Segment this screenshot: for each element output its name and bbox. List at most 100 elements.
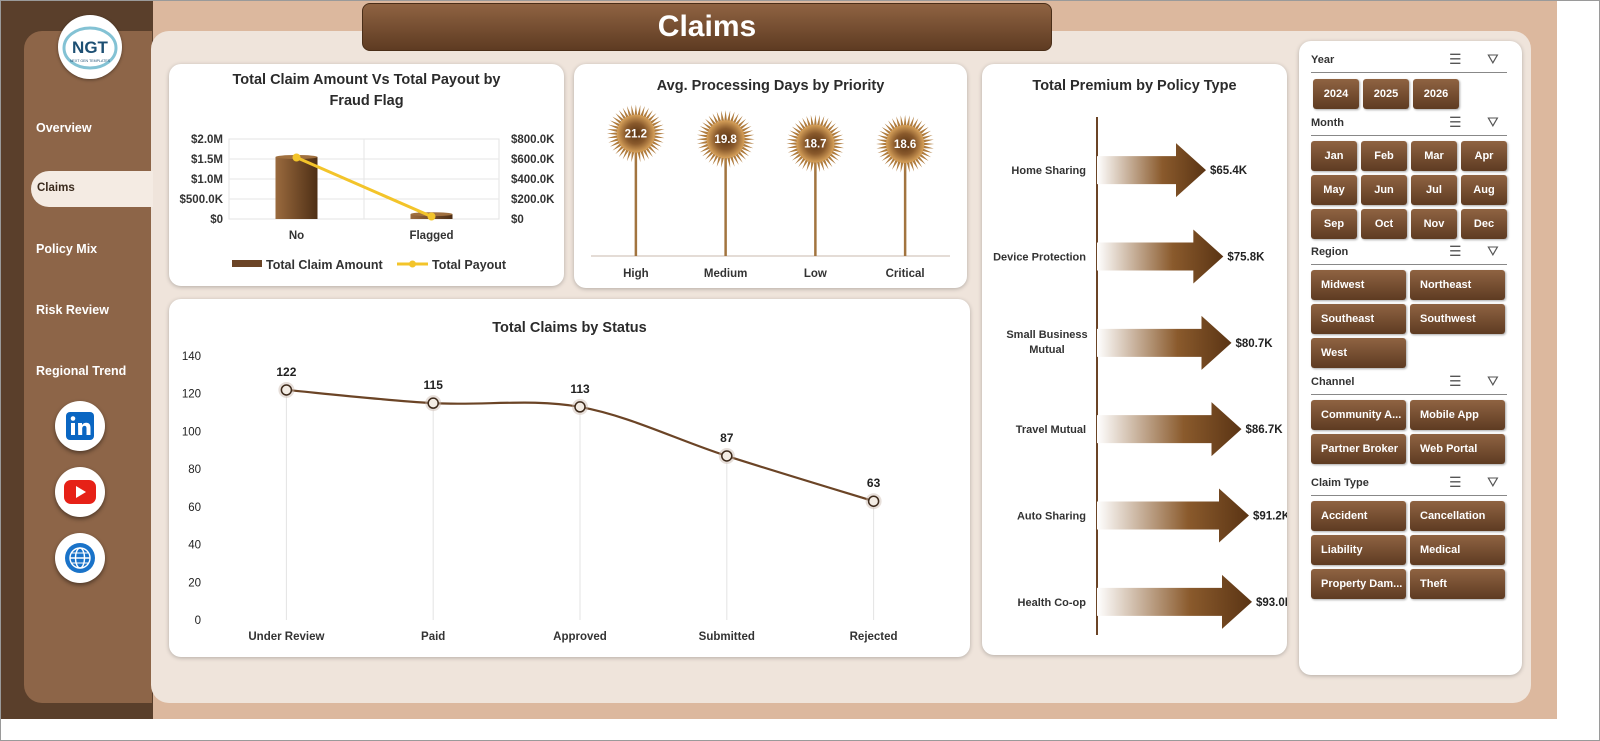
nav-item-overview[interactable]: Overview (36, 121, 92, 135)
chart1-payout-point (427, 212, 436, 221)
chart4-y-tick: 0 (195, 615, 201, 627)
chart4-y-tick: 80 (188, 464, 201, 476)
chart3-category-label: Home Sharing (1011, 165, 1086, 177)
chart1-right-tick: $200.0K (511, 194, 555, 206)
linkedin-button[interactable] (55, 401, 105, 451)
chart3-arrow-travel-mutual (1097, 402, 1242, 457)
chart3-arrow-health-co-op (1097, 574, 1252, 629)
multi-select-icon[interactable]: ☰ (1449, 373, 1462, 390)
logo-subtext: NEXT GEN TEMPLATES (70, 59, 111, 63)
slicer-channel-option-mobile-app[interactable]: Mobile App (1410, 400, 1505, 430)
slicer-region-option-southwest[interactable]: Southwest (1410, 304, 1505, 334)
slicer-channel-option-partner-broker[interactable]: Partner Broker (1311, 434, 1406, 464)
chart4-point (867, 495, 880, 507)
chart3-arrow-small-business-mutual (1097, 315, 1232, 370)
chart1-legend-line-label: Total Payout (432, 258, 507, 272)
slicer-month-option-feb[interactable]: Feb (1361, 141, 1407, 171)
chart4-y-tick: 20 (188, 577, 201, 589)
slicer-claim-type-option-property-dam[interactable]: Property Dam... (1311, 569, 1406, 599)
slicer-claim-type-option-theft[interactable]: Theft (1410, 569, 1505, 599)
chart3-data-label: $75.8K (1227, 252, 1265, 264)
chart4-category-label: Paid (421, 631, 445, 643)
chart4-category-label: Under Review (248, 631, 324, 643)
chart3-arrow-auto-sharing (1097, 488, 1249, 543)
chart1-left-tick: $1.0M (191, 174, 223, 186)
chart4-category-label: Approved (553, 631, 607, 643)
slicer-month-option-apr[interactable]: Apr (1461, 141, 1507, 171)
slicer-year-option-2025[interactable]: 2025 (1363, 79, 1409, 109)
chart3-data-label: $86.7K (1246, 424, 1284, 436)
globe-icon (65, 543, 95, 573)
slicer-channel-option-web-portal[interactable]: Web Portal (1410, 434, 1505, 464)
nav-item-risk-review[interactable]: Risk Review (36, 303, 109, 317)
claim-vs-payout-chart: $2.0M $1.5M $1.0M $500.0K $0 $800.0K $600.0K $4… (180, 134, 556, 272)
multi-select-icon[interactable]: ☰ (1449, 114, 1462, 131)
slicer-year-label: Year (1311, 54, 1335, 66)
clear-filter-icon[interactable]: ⛛ (1487, 373, 1499, 390)
logo-text: NGT (72, 38, 109, 57)
slicer-claim-type-option-medical[interactable]: Medical (1410, 535, 1505, 565)
slicer-year-option-2026[interactable]: 2026 (1413, 79, 1459, 109)
chart3-category-label: Auto Sharing (1017, 511, 1086, 523)
nav-item-policy-mix[interactable]: Policy Mix (36, 242, 97, 256)
slicer-month-option-jun[interactable]: Jun (1361, 175, 1407, 205)
youtube-button[interactable] (55, 467, 105, 517)
slicer-month-option-sep[interactable]: Sep (1311, 209, 1357, 239)
slicer-month-option-mar[interactable]: Mar (1411, 141, 1457, 171)
website-button[interactable] (55, 533, 105, 583)
chart1-left-tick: $2.0M (191, 134, 223, 146)
slicer-claim-type-option-accident[interactable]: Accident (1311, 501, 1406, 531)
slicer-month-option-jan[interactable]: Jan (1311, 141, 1357, 171)
chart4-point (427, 397, 439, 409)
chart3-data-label: $65.4K (1210, 165, 1248, 177)
chart4-data-label: 115 (424, 378, 444, 392)
slicer-panel: Year ☰ ⛛ 2024 2025 2026 Month ☰ ⛛ Jan Feb Mar Apr May… (1299, 41, 1522, 675)
slicer-region-label: Region (1311, 246, 1349, 258)
slicer-region-option-southeast[interactable]: Southeast (1311, 304, 1406, 334)
chart1-left-tick: $500.0K (180, 194, 224, 206)
clear-filter-icon[interactable]: ⛛ (1487, 243, 1499, 260)
nav-item-regional-trend[interactable]: Regional Trend (36, 364, 126, 378)
chart3-data-label: $91.2K (1253, 511, 1287, 523)
slicer-region-option-northeast[interactable]: Northeast (1410, 270, 1505, 300)
multi-select-icon[interactable]: ☰ (1449, 474, 1462, 491)
chart3-data-label: $93.0K (1256, 597, 1287, 609)
chart3-arrow-home-sharing (1097, 143, 1206, 198)
slicer-month-option-may[interactable]: May (1311, 175, 1357, 205)
chart3-data-label: $80.7K (1236, 338, 1274, 350)
slicer-month-option-nov[interactable]: Nov (1411, 209, 1457, 239)
slicer-month-option-oct[interactable]: Oct (1361, 209, 1407, 239)
clear-filter-icon[interactable]: ⛛ (1487, 51, 1499, 68)
chart2-data-label: 18.7 (804, 139, 826, 151)
slicer-claim-type-option-cancellation[interactable]: Cancellation (1410, 501, 1505, 531)
chart1-left-tick: $1.5M (191, 154, 223, 166)
chart2-data-label: 19.8 (714, 134, 737, 146)
chart3-category-label: Travel Mutual (1016, 424, 1086, 436)
slicer-channel-option-community-a[interactable]: Community A... (1311, 400, 1406, 430)
chart1-bar-no (275, 157, 318, 219)
chart4-point (721, 450, 733, 462)
dashboard-frame: NGT NEXT GEN TEMPLATES Overview Claims P… (0, 0, 1600, 741)
nav-item-claims[interactable]: Claims (31, 171, 153, 207)
slicer-month-option-jul[interactable]: Jul (1411, 175, 1457, 205)
multi-select-icon[interactable]: ☰ (1449, 51, 1462, 68)
slicer-region-option-midwest[interactable]: Midwest (1311, 270, 1406, 300)
slicer-region-option-west[interactable]: West (1311, 338, 1406, 368)
chart3-category-label: Device Protection (993, 252, 1086, 264)
clear-filter-icon[interactable]: ⛛ (1487, 474, 1499, 491)
chart2-data-label: 21.2 (625, 129, 647, 141)
youtube-icon (64, 480, 96, 504)
slicer-month-option-dec[interactable]: Dec (1461, 209, 1507, 239)
clear-filter-icon[interactable]: ⛛ (1487, 114, 1499, 131)
claims-by-status-card: Total Claims by Status 140 120 100 80 60 40 20… (169, 299, 970, 657)
slicer-year-option-2024[interactable]: 2024 (1313, 79, 1359, 109)
linkedin-icon (66, 412, 94, 440)
premium-by-policy-chart: $65.4K Home Sharing $75.8K Device Protectio… (993, 117, 1287, 635)
chart2-category-label: High (623, 268, 649, 280)
chart1-payout-point (292, 153, 301, 162)
slicer-month-option-aug[interactable]: Aug (1461, 175, 1507, 205)
multi-select-icon[interactable]: ☰ (1449, 243, 1462, 260)
slicer-claim-type-option-liability[interactable]: Liability (1311, 535, 1406, 565)
chart2-data-label: 18.6 (894, 139, 916, 151)
chart4-y-tick: 100 (182, 426, 201, 438)
